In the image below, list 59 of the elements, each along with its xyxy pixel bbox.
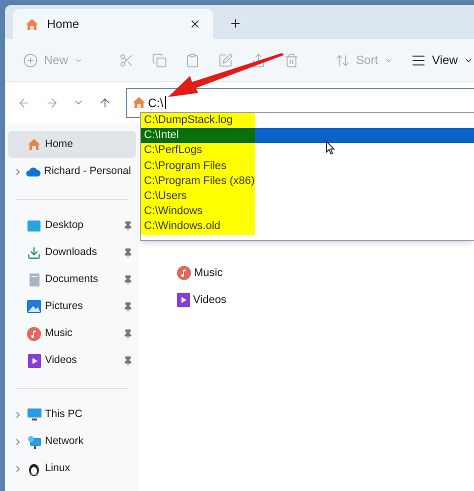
- pin-icon[interactable]: [123, 328, 133, 338]
- cloud-icon: [26, 166, 41, 176]
- scissors-icon: [119, 52, 134, 68]
- music-icon: [27, 326, 41, 340]
- home-icon: [25, 18, 39, 30]
- back-icon[interactable]: [17, 96, 31, 110]
- tab[interactable]: Home: [13, 9, 213, 39]
- monitor-icon: [26, 408, 42, 421]
- sidebar-item[interactable]: Desktop: [5, 212, 139, 239]
- pin-icon[interactable]: [123, 248, 133, 258]
- sidebar-item[interactable]: Home: [8, 131, 136, 158]
- plus-circle-icon: [23, 52, 38, 68]
- sidebar-item[interactable]: Linux: [5, 455, 139, 482]
- pin-icon[interactable]: [123, 356, 133, 366]
- sidebar-item[interactable]: Downloads: [5, 239, 139, 266]
- close-icon[interactable]: [189, 18, 201, 30]
- home-icon: [27, 138, 41, 151]
- sidebar-item[interactable]: Videos: [5, 347, 139, 374]
- new-tab-icon[interactable]: [229, 17, 242, 30]
- pictures-icon: [27, 300, 41, 313]
- document-icon: [28, 272, 40, 286]
- sidebar-item[interactable]: This PC: [5, 401, 139, 428]
- download-icon: [27, 246, 41, 260]
- suggestion-item[interactable]: C:\PerfLogs: [141, 143, 474, 159]
- suggestion-item[interactable]: C:\Windows.old: [141, 219, 474, 234]
- penguin-icon: [28, 462, 40, 476]
- up-icon[interactable]: [98, 96, 112, 110]
- copy-icon: [152, 52, 168, 68]
- clipboard-icon: [185, 52, 200, 68]
- folder-item[interactable]: Videos: [177, 292, 474, 308]
- suggestion-item[interactable]: C:\DumpStack.log: [141, 113, 474, 128]
- suggestion-item[interactable]: C:\Users: [141, 188, 474, 204]
- folder-item[interactable]: Music: [177, 265, 474, 281]
- toolbar-button[interactable]: View: [411, 46, 473, 74]
- home-icon: [132, 96, 146, 109]
- rename-icon: [218, 52, 234, 68]
- suggestion-item[interactable]: C:\Windows: [141, 204, 474, 220]
- sidebar-item[interactable]: Music: [5, 320, 139, 347]
- suggestion-item[interactable]: C:\Program Files (x86): [141, 174, 474, 189]
- sidebar-item[interactable]: Richard - Personal: [8, 158, 136, 185]
- trash-icon: [284, 52, 300, 68]
- view-icon: [411, 52, 426, 68]
- desktop-icon: [27, 220, 41, 232]
- music-icon: [177, 266, 191, 280]
- address-text: C:\: [148, 94, 164, 112]
- videos-icon: [177, 293, 190, 307]
- pin-icon[interactable]: [123, 220, 133, 230]
- suggestion-item[interactable]: C:\Intel: [141, 128, 474, 144]
- sort-icon: [335, 52, 350, 68]
- suggestion-item[interactable]: C:\Program Files: [141, 158, 474, 174]
- videos-icon: [28, 354, 40, 368]
- sidebar-item[interactable]: Pictures: [5, 293, 139, 320]
- sidebar-item[interactable]: Documents: [5, 266, 139, 293]
- forward-icon[interactable]: [45, 96, 59, 110]
- mouse-cursor-icon: [326, 141, 335, 155]
- pin-icon[interactable]: [123, 302, 133, 312]
- pin-icon[interactable]: [123, 274, 133, 284]
- network-icon: [26, 434, 42, 448]
- sidebar-item[interactable]: Network: [5, 428, 139, 455]
